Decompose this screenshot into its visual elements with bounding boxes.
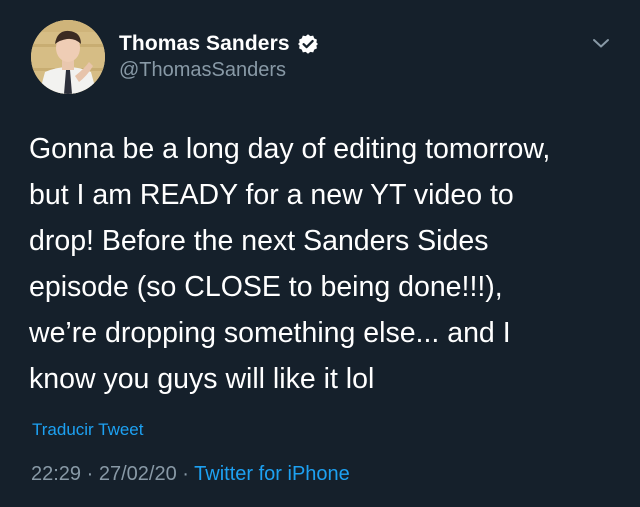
tweet-meta: 22:29 · 27/02/20 · Twitter for iPhone — [31, 463, 350, 486]
chevron-down-icon[interactable] — [590, 34, 612, 52]
tweet-source-link[interactable]: Twitter for iPhone — [194, 463, 350, 485]
tweet-card: Thomas Sanders @ThomasSanders Gonna be a… — [0, 0, 640, 507]
verified-badge-icon — [297, 33, 319, 55]
avatar[interactable] — [31, 20, 105, 94]
tweet-text: Gonna be a long day of editing tomorrow,… — [29, 133, 551, 395]
tweet-time: 22:29 — [31, 463, 82, 485]
meta-separator: · — [182, 463, 189, 485]
display-name-row: Thomas Sanders — [119, 31, 319, 57]
user-handle[interactable]: @ThomasSanders — [119, 59, 319, 82]
translate-tweet-link[interactable]: Traducir Tweet — [32, 420, 144, 440]
meta-separator: · — [86, 463, 94, 485]
display-name[interactable]: Thomas Sanders — [119, 32, 290, 56]
user-info[interactable]: Thomas Sanders @ThomasSanders — [119, 31, 319, 82]
tweet-date: 27/02/20 — [98, 463, 177, 485]
